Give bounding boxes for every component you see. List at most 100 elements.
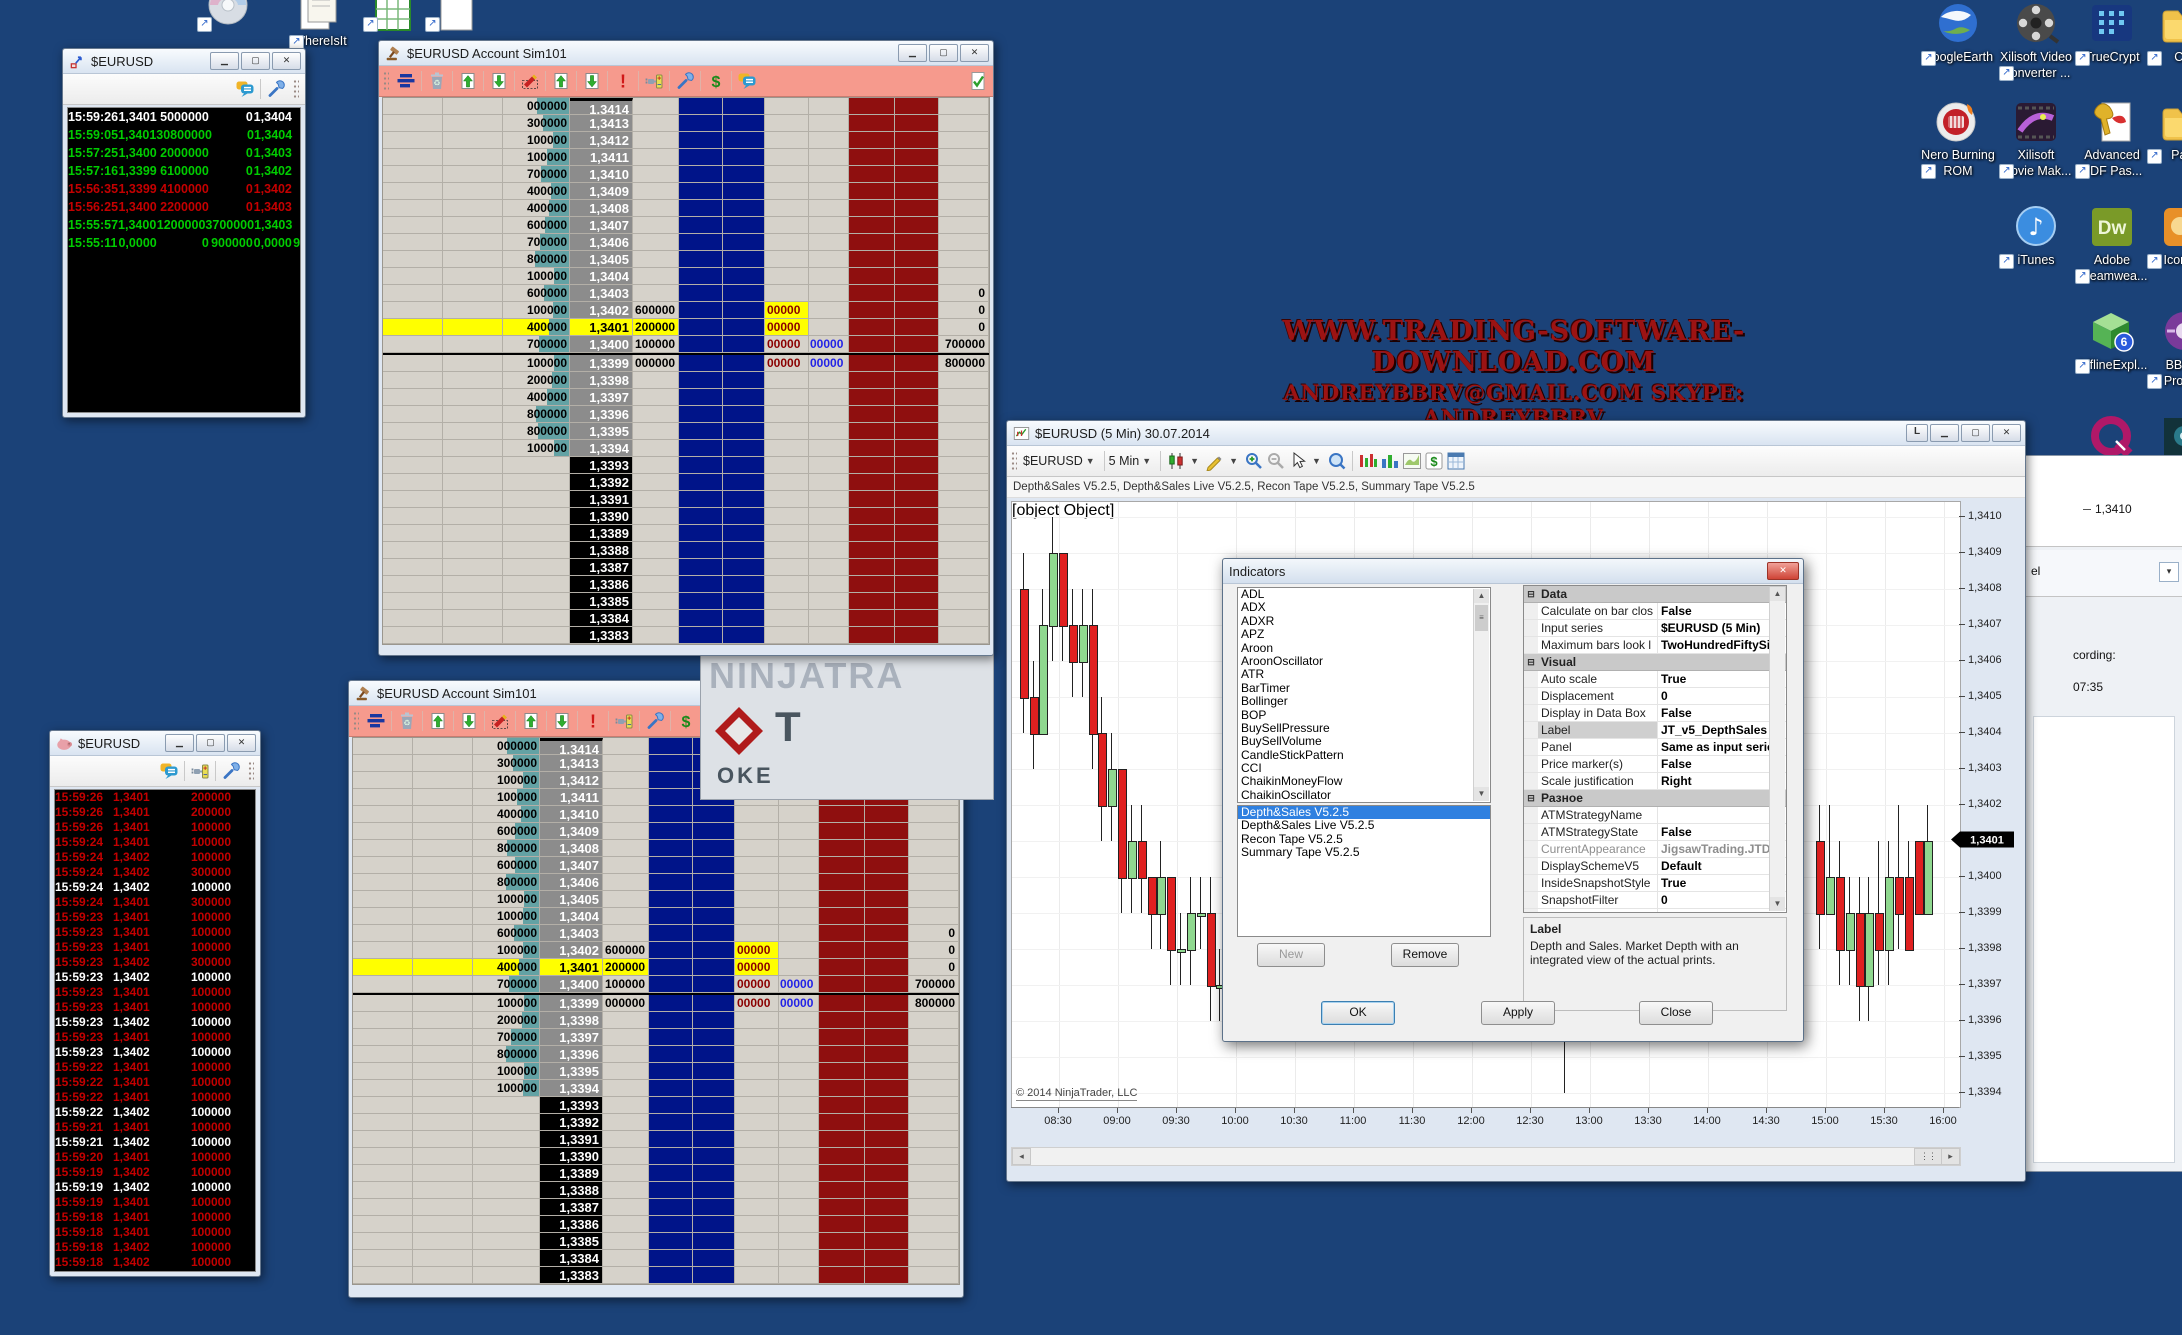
dom-sell-column1[interactable] [849, 474, 895, 491]
dom-summary-cell[interactable] [939, 491, 989, 508]
dom-cell-left2[interactable] [413, 1148, 473, 1165]
dom-buy-column2[interactable] [693, 925, 735, 942]
dom-price-cell[interactable]: 1,3388 [570, 542, 633, 559]
dom-cell-left2[interactable] [413, 1114, 473, 1131]
dom-ask-volume-cell[interactable] [633, 251, 679, 268]
dom-sell-column1[interactable] [849, 149, 895, 166]
property-row[interactable]: PanelSame as input series [1524, 739, 1786, 756]
dom-cell-left1[interactable] [383, 166, 443, 183]
dom-bid-volume-cell[interactable]: 700000 [503, 166, 570, 183]
dom-bid-volume-cell[interactable] [473, 1250, 540, 1267]
property-row[interactable]: InsideSnapshotStyleTrue [1524, 875, 1786, 892]
dom-cell-left1[interactable] [353, 1063, 413, 1080]
ts-list[interactable]: 15:59:261,340120000015:59:261,3401200000… [54, 789, 256, 1272]
dom-buy-column2[interactable] [723, 372, 765, 389]
dom-sell-column2[interactable] [895, 440, 939, 457]
indicator-list-item[interactable]: Aroon [1238, 642, 1490, 655]
dom-cell-left1[interactable] [383, 319, 443, 336]
indicator-list-item[interactable]: BuySellPressure [1238, 722, 1490, 735]
dom-cell-left2[interactable] [443, 576, 503, 593]
dom-prints-cell2[interactable]: 00000 [809, 355, 849, 372]
dom-cell-left2[interactable] [413, 789, 473, 806]
dom-cell-left2[interactable] [413, 840, 473, 857]
dom-summary-cell[interactable] [909, 823, 959, 840]
alert-icon[interactable]: ! [612, 71, 634, 91]
dom-cell-left2[interactable] [413, 1029, 473, 1046]
dom-ask-volume-cell[interactable]: 200000 [603, 959, 649, 976]
dom-cell-left1[interactable] [383, 268, 443, 285]
dom-cell-left2[interactable] [413, 874, 473, 891]
close-button[interactable]: ✕ [1992, 424, 2021, 442]
dom-sell-column1[interactable] [849, 183, 895, 200]
page-down2-icon[interactable] [551, 711, 573, 731]
window-titlebar[interactable]: $EURUSD▁▢✕ [50, 731, 260, 756]
dom-prints-cell2[interactable] [779, 891, 819, 908]
dom-ask-volume-cell[interactable] [633, 217, 679, 234]
dom-prints-cell1[interactable] [735, 1063, 779, 1080]
dom-prints-cell1[interactable] [765, 559, 809, 576]
property-row[interactable]: Display in Data BoxFalse [1524, 705, 1786, 722]
dom-summary-cell[interactable] [939, 525, 989, 542]
dom-summary-cell[interactable]: 0 [909, 959, 959, 976]
dom-buy-column2[interactable] [693, 1233, 735, 1250]
dom-cell-left1[interactable] [383, 610, 443, 627]
dom-buy-column2[interactable] [693, 1046, 735, 1063]
dom-cell-left2[interactable] [443, 234, 503, 251]
dom-cell-left2[interactable] [443, 525, 503, 542]
dom-sell-column2[interactable] [895, 542, 939, 559]
dom-buy-column2[interactable] [723, 166, 765, 183]
dom-bid-volume-cell[interactable]: 400000 [473, 959, 540, 976]
dom-prints-cell1[interactable] [765, 115, 809, 132]
dom-cell-left2[interactable] [413, 1012, 473, 1029]
confirm-orders-icon[interactable] [967, 71, 989, 91]
dom-prints-cell1[interactable] [765, 610, 809, 627]
dom-summary-cell[interactable]: 0 [909, 925, 959, 942]
dom-sell-column1[interactable] [819, 1250, 865, 1267]
dom-buy-column2[interactable] [693, 908, 735, 925]
dom-ask-volume-cell[interactable] [603, 1267, 649, 1284]
dom-sell-column2[interactable] [865, 823, 909, 840]
dom-price-cell[interactable]: 1,3391 [540, 1131, 603, 1148]
dom-prints-cell2[interactable] [779, 874, 819, 891]
dom-cell-left1[interactable] [383, 234, 443, 251]
dom-buy-column2[interactable] [723, 355, 765, 372]
dom-sell-column2[interactable] [865, 925, 909, 942]
dom-buy-column2[interactable] [723, 336, 765, 353]
dom-buy-column2[interactable] [723, 576, 765, 593]
dom-summary-cell[interactable]: 0 [939, 319, 989, 336]
dom-sell-column2[interactable] [865, 891, 909, 908]
dom-bid-volume-cell[interactable]: 100000 [503, 149, 570, 166]
min-button[interactable]: ▁ [210, 52, 239, 70]
account-dollar-icon[interactable]: $ [1423, 451, 1445, 471]
property-value[interactable]: $EURUSD (5 Min) [1658, 620, 1786, 636]
dom-prints-cell1[interactable] [765, 525, 809, 542]
dom-prints-cell2[interactable]: 00000 [779, 995, 819, 1012]
selected-indicator-item[interactable]: Summary Tape V5.2.5 [1238, 846, 1490, 859]
dom-sell-column1[interactable] [849, 217, 895, 234]
dom-prints-cell2[interactable] [809, 406, 849, 423]
desktop-shortcut-bbf[interactable]: ↗BB F...Pro 4... [2146, 310, 2182, 389]
dom-cell-left2[interactable] [413, 755, 473, 772]
dom-buy-column2[interactable] [723, 251, 765, 268]
dom-buy-column1[interactable] [679, 268, 723, 285]
desktop-shortcut-dw[interactable]: Dw↗AdobeDreamwea... [2074, 205, 2150, 284]
dom-prints-cell1[interactable] [765, 491, 809, 508]
dom-cell-left2[interactable] [413, 1080, 473, 1097]
dom-prints-cell1[interactable] [765, 268, 809, 285]
dom-ask-volume-cell[interactable] [603, 840, 649, 857]
scroll-down-arrow[interactable]: ▼ [1474, 787, 1489, 801]
dom-sell-column1[interactable] [849, 319, 895, 336]
dom-prints-cell2[interactable] [779, 1216, 819, 1233]
property-row[interactable]: ⊞WindowPositionМассив Int32[] [1524, 909, 1786, 913]
dom-sell-column1[interactable] [849, 355, 895, 372]
dom-prints-cell2[interactable] [779, 1182, 819, 1199]
property-value[interactable]: False [1658, 603, 1786, 619]
dom-cell-left1[interactable] [383, 98, 443, 115]
dom-prints-cell2[interactable] [779, 823, 819, 840]
dom-prints-cell1[interactable] [765, 508, 809, 525]
toolbar-grip[interactable] [1011, 451, 1017, 471]
dom-cell-left1[interactable] [383, 132, 443, 149]
dom-bid-volume-cell[interactable]: 100000 [503, 440, 570, 457]
dom-cell-left1[interactable] [353, 789, 413, 806]
desktop-shortcut-truecrypt[interactable]: ↗TrueCrypt [2074, 2, 2150, 66]
